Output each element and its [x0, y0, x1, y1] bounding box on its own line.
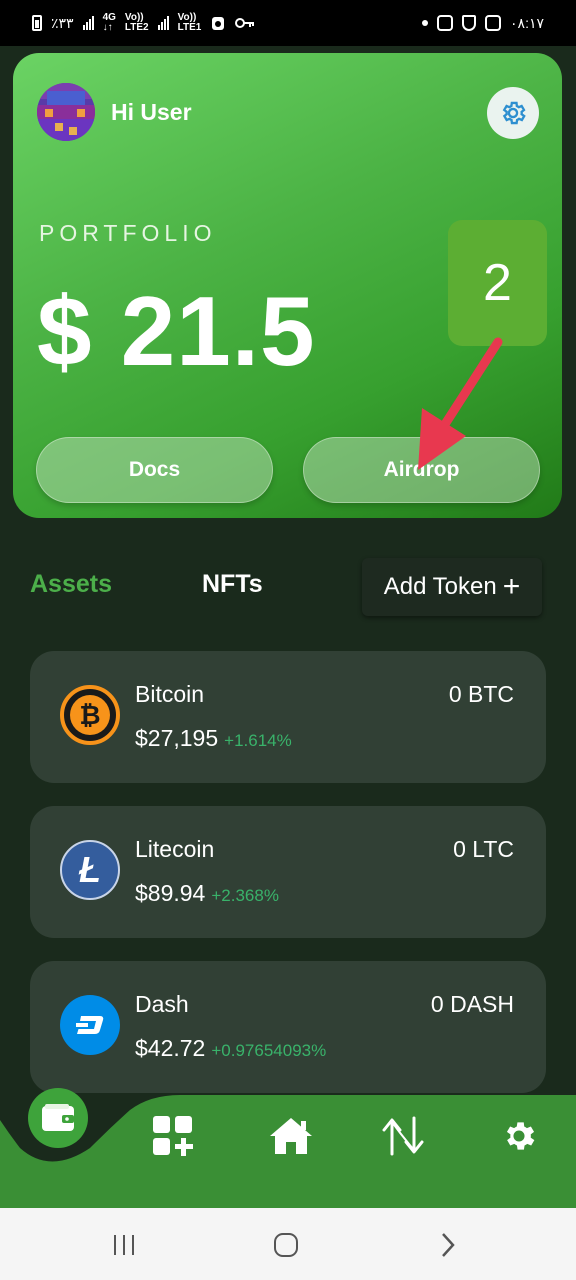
shield-icon — [462, 15, 477, 31]
network-type-3: Vo)) LTE1 — [177, 12, 202, 33]
tab-assets[interactable]: Assets — [30, 570, 112, 599]
coin-price: $89.94 — [135, 880, 206, 906]
asset-card-litecoin[interactable]: Ł Litecoin $89.94 +2.368% 0 LTC — [30, 806, 546, 938]
settings-nav-button[interactable] — [494, 1112, 544, 1160]
status-right: ۰۸:۱۷ — [422, 15, 544, 32]
portfolio-card: Hi User PORTFOLIO $ 21.5 2 Docs Airdrop — [13, 53, 562, 518]
count-badge[interactable]: 2 — [448, 220, 547, 346]
recent-apps-icon — [114, 1235, 134, 1255]
home-icon — [270, 1118, 312, 1154]
settings-button[interactable] — [487, 87, 539, 139]
system-nav-bar — [0, 1208, 576, 1280]
svg-text:Ł: Ł — [78, 850, 101, 890]
asset-card-bitcoin[interactable]: ₿ Bitcoin $27,195 +1.614% 0 BTC — [30, 651, 546, 783]
signal-icon — [82, 16, 94, 30]
coin-price-row: $42.72 +0.97654093% — [135, 1035, 326, 1062]
coin-price: $27,195 — [135, 725, 219, 751]
wallet-icon — [42, 1104, 74, 1131]
add-token-label: Add Token — [383, 573, 497, 600]
status-time: ۰۸:۱۷ — [510, 14, 544, 31]
plus-icon: + — [502, 570, 521, 603]
greeting-text: Hi User — [111, 99, 192, 125]
portfolio-value: $ 21.5 — [37, 276, 316, 386]
coin-price: $42.72 — [135, 1035, 206, 1061]
litecoin-icon: Ł — [60, 840, 120, 900]
asset-card-dash[interactable]: Dash $42.72 +0.97654093% 0 DASH — [30, 961, 546, 1093]
coin-balance: 0 BTC — [448, 681, 514, 707]
add-widget-icon — [153, 1116, 193, 1156]
airdrop-button[interactable]: Airdrop — [303, 437, 540, 503]
coin-name: Dash — [135, 991, 189, 1017]
coin-price-row: $89.94 +2.368% — [135, 880, 279, 907]
chevron-right-icon — [442, 1233, 455, 1257]
battery-percent: ٪۳۳ — [51, 14, 74, 31]
swap-icon — [382, 1116, 424, 1156]
key-icon — [235, 18, 255, 28]
home-button[interactable] — [266, 1112, 316, 1160]
docs-button[interactable]: Docs — [36, 437, 273, 503]
dash-icon — [60, 995, 120, 1055]
network-type-1: 4G ↓↑ — [102, 12, 116, 33]
portfolio-label: PORTFOLIO — [39, 220, 217, 246]
coin-name: Bitcoin — [135, 681, 205, 707]
add-widget-button[interactable] — [148, 1112, 198, 1160]
home-system-button[interactable] — [266, 1230, 306, 1260]
gallery-icon — [485, 15, 502, 31]
wallet-button[interactable] — [28, 1088, 88, 1148]
battery-icon — [32, 15, 42, 31]
coin-balance: 0 DASH — [430, 991, 514, 1017]
coin-change: +0.97654093% — [211, 1041, 327, 1060]
coin-change: +1.614% — [224, 731, 292, 750]
swap-button[interactable] — [378, 1112, 428, 1160]
bitcoin-icon: ₿ — [60, 685, 120, 745]
add-token-button[interactable]: Add Token + — [362, 558, 542, 616]
coin-balance: 0 LTC — [453, 836, 514, 862]
gear-icon — [502, 101, 526, 125]
tab-nfts[interactable]: NFTs — [202, 570, 263, 599]
coin-name: Litecoin — [135, 836, 215, 862]
home-outline-icon — [274, 1233, 298, 1257]
svg-text:₿: ₿ — [79, 700, 100, 730]
settings-icon — [506, 1122, 535, 1150]
avatar[interactable] — [37, 83, 95, 141]
status-bar: ٪۳۳ 4G ↓↑ Vo)) LTE2 Vo)) LTE1 ۰۸:۱۷ — [0, 0, 576, 46]
coin-change: +2.368% — [211, 886, 279, 905]
notification-dot-icon — [422, 20, 429, 26]
recycle-icon — [212, 17, 225, 30]
signal-icon-2 — [157, 16, 169, 30]
instagram-icon — [437, 15, 454, 31]
coin-price-row: $27,195 +1.614% — [135, 725, 292, 752]
recent-apps-button[interactable] — [104, 1230, 144, 1260]
back-button[interactable] — [428, 1230, 468, 1260]
network-type-2: Vo)) LTE2 — [124, 12, 149, 33]
status-left: ٪۳۳ 4G ↓↑ Vo)) LTE2 Vo)) LTE1 — [32, 13, 255, 33]
